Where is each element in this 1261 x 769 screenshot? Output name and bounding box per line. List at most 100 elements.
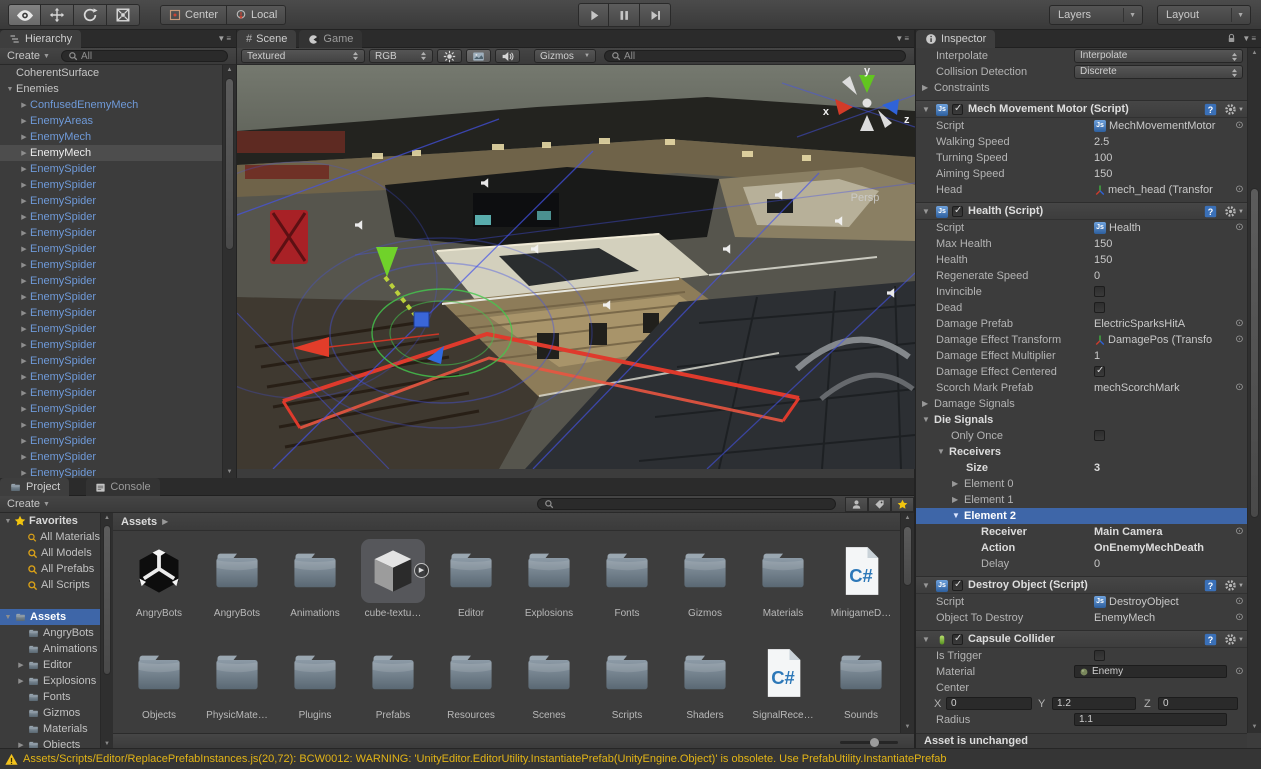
foldout-arrow-icon[interactable]: ▼: [922, 635, 930, 644]
hierarchy-item[interactable]: ▶EnemySpider: [0, 177, 222, 193]
inspector-row[interactable]: ActionOnEnemyMechDeath: [916, 540, 1247, 556]
expand-arrow-icon[interactable]: ▶: [18, 325, 30, 333]
property-dropdown[interactable]: Discrete: [1074, 65, 1243, 79]
expand-arrow-icon[interactable]: ▶: [18, 149, 30, 157]
breadcrumb[interactable]: Assets▶: [113, 513, 900, 531]
expand-arrow-icon[interactable]: ▼: [2, 518, 14, 525]
project-sidebar-item[interactable]: Animations: [0, 641, 100, 657]
axis-y-label[interactable]: y: [864, 65, 871, 77]
asset-tile[interactable]: Materials: [745, 535, 821, 637]
expand-arrow-icon[interactable]: ▶: [18, 421, 30, 429]
inspector-row[interactable]: Center: [916, 680, 1247, 696]
scrollbar-thumb[interactable]: [1250, 188, 1259, 518]
axis-x-label[interactable]: x: [823, 106, 830, 118]
expand-arrow-icon[interactable]: ▶: [18, 357, 30, 365]
expand-arrow-icon[interactable]: ▶: [18, 469, 30, 477]
gizmos-dropdown[interactable]: Gizmos▼: [534, 49, 596, 63]
pause-button[interactable]: [609, 3, 640, 27]
asset-tile[interactable]: Scenes: [511, 637, 587, 739]
layout-dropdown[interactable]: Layout▼: [1157, 5, 1251, 25]
favorites-filter-button[interactable]: [891, 497, 914, 512]
render-mode-dropdown[interactable]: Textured: [241, 49, 365, 63]
component-header[interactable]: ▼JsDestroy Object (Script)▼: [916, 576, 1247, 594]
status-bar[interactable]: Assets/Scripts/Editor/ReplacePrefabInsta…: [0, 748, 1261, 769]
inspector-row[interactable]: Walking Speed2.5: [916, 134, 1247, 150]
hierarchy-item[interactable]: ▶EnemySpider: [0, 289, 222, 305]
hierarchy-item[interactable]: ▶EnemySpider: [0, 465, 222, 478]
expand-arrow-icon[interactable]: ▶: [18, 117, 30, 125]
component-enabled-checkbox[interactable]: [952, 206, 963, 217]
asset-tile[interactable]: SignalRece…: [745, 637, 821, 739]
hierarchy-item[interactable]: ▶EnemySpider: [0, 433, 222, 449]
asset-tile[interactable]: Animations: [277, 535, 353, 637]
asset-tile[interactable]: MinigameD…: [823, 535, 899, 637]
project-sidebar-item[interactable]: ▶Explosions: [0, 673, 100, 689]
hierarchy-item[interactable]: ▶EnemySpider: [0, 353, 222, 369]
tab-game[interactable]: Game: [299, 30, 362, 48]
pivot-mode-button[interactable]: Center: [160, 5, 227, 25]
panel-menu-icon[interactable]: ▼≡: [895, 34, 910, 43]
axis-z-field[interactable]: 0: [1158, 697, 1238, 710]
hierarchy-item[interactable]: ▼Enemies: [0, 81, 222, 97]
grid-scrollbar[interactable]: ▲ ▼: [900, 513, 914, 733]
inspector-row[interactable]: Delay0: [916, 556, 1247, 572]
gear-icon[interactable]: [1224, 205, 1237, 218]
object-picker-icon[interactable]: ⊙: [1234, 596, 1245, 607]
expand-arrow-icon[interactable]: ▶: [18, 133, 30, 141]
expand-arrow-icon[interactable]: ▶: [18, 197, 30, 205]
component-header[interactable]: ▼JsHealth (Script)▼: [916, 202, 1247, 220]
asset-tile[interactable]: Explosions: [511, 535, 587, 637]
hierarchy-item[interactable]: ▶EnemySpider: [0, 241, 222, 257]
foldout-arrow-icon[interactable]: ▼: [922, 207, 930, 216]
object-picker-icon[interactable]: ⊙: [1234, 382, 1245, 393]
project-sidebar-item[interactable]: All Models: [0, 545, 100, 561]
expand-arrow-icon[interactable]: ▶: [18, 229, 30, 237]
hierarchy-item[interactable]: ▶EnemyMech: [0, 145, 222, 161]
project-sidebar-item[interactable]: ▼Assets: [0, 609, 100, 625]
help-icon[interactable]: [1204, 579, 1217, 592]
object-picker-icon[interactable]: ⊙: [1234, 334, 1245, 345]
expand-arrow-icon[interactable]: ▶: [18, 405, 30, 413]
help-icon[interactable]: [1204, 205, 1217, 218]
asset-tile[interactable]: Editor: [433, 535, 509, 637]
scroll-up-icon[interactable]: ▲: [901, 513, 914, 524]
search-by-type-button[interactable]: [845, 497, 868, 512]
axis-z-label[interactable]: z: [904, 114, 910, 126]
expand-arrow-icon[interactable]: ▶: [15, 661, 27, 669]
property-checkbox[interactable]: [1094, 650, 1105, 661]
hierarchy-item[interactable]: ▶EnemySpider: [0, 305, 222, 321]
view-tool-button[interactable]: [8, 4, 41, 26]
inspector-row[interactable]: Damage PrefabElectricSparksHitA⊙: [916, 316, 1247, 332]
scroll-up-icon[interactable]: ▲: [223, 65, 236, 76]
tab-hierarchy[interactable]: Hierarchy: [0, 30, 81, 48]
space-mode-button[interactable]: Local: [227, 5, 286, 25]
scale-tool-button[interactable]: [107, 4, 140, 26]
inspector-row[interactable]: Max Health150: [916, 236, 1247, 252]
foldout-row[interactable]: ▶Constraints: [916, 80, 1247, 96]
project-search-input[interactable]: [537, 498, 836, 510]
project-sidebar-item[interactable]: All Materials: [0, 529, 100, 545]
foldout-row[interactable]: ▼Element 2: [916, 508, 1247, 524]
expand-arrow-icon[interactable]: ▶: [18, 181, 30, 189]
inspector-row[interactable]: InterpolateInterpolate: [916, 48, 1247, 64]
asset-tile[interactable]: Gizmos: [667, 535, 743, 637]
asset-tile[interactable]: AngryBots: [121, 535, 197, 637]
hierarchy-item[interactable]: ▶EnemySpider: [0, 161, 222, 177]
hierarchy-item[interactable]: ▶EnemySpider: [0, 321, 222, 337]
sidebar-scrollbar[interactable]: ▲ ▼: [100, 513, 113, 750]
object-picker-icon[interactable]: ⊙: [1234, 184, 1245, 195]
foldout-row[interactable]: ▶Damage Signals: [916, 396, 1247, 412]
hierarchy-item[interactable]: ▶EnemySpider: [0, 257, 222, 273]
inspector-row[interactable]: ScriptJsMechMovementMotor⊙: [916, 118, 1247, 134]
help-icon[interactable]: [1204, 633, 1217, 646]
foldout-row[interactable]: ▼Die Signals: [916, 412, 1247, 428]
property-dropdown[interactable]: Interpolate: [1074, 49, 1243, 63]
component-enabled-checkbox[interactable]: [952, 580, 963, 591]
expand-arrow-icon[interactable]: ▶: [18, 341, 30, 349]
property-checkbox[interactable]: [1094, 302, 1105, 313]
hierarchy-scrollbar[interactable]: ▲ ▼: [222, 65, 236, 478]
hierarchy-item[interactable]: ▶EnemySpider: [0, 273, 222, 289]
expand-arrow-icon[interactable]: ▶: [18, 389, 30, 397]
create-button[interactable]: Create▼: [0, 48, 57, 65]
project-sidebar-item[interactable]: AngryBots: [0, 625, 100, 641]
